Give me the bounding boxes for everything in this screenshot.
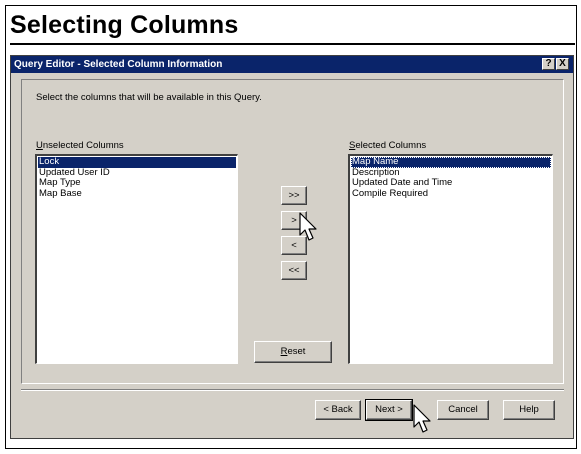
query-editor-dialog: Query Editor - Selected Column Informati… <box>10 55 574 439</box>
remove-all-button[interactable]: << <box>281 261 307 280</box>
cancel-button[interactable]: Cancel <box>437 400 489 420</box>
mouse-pointer-icon <box>413 404 431 433</box>
close-icon[interactable]: X <box>556 58 569 70</box>
unselected-columns-list[interactable]: Lock Updated User ID Map Type Map Base <box>35 154 238 364</box>
dialog-titlebar[interactable]: Query Editor - Selected Column Informati… <box>11 56 573 73</box>
selected-columns-list[interactable]: Map Name Description Updated Date and Ti… <box>348 154 553 364</box>
title-rule <box>10 43 575 45</box>
next-button[interactable]: Next > <box>365 399 413 421</box>
help-icon[interactable]: ? <box>542 58 555 70</box>
reset-button[interactable]: Reset <box>254 341 332 363</box>
instructions-text: Select the columns that will be availabl… <box>36 92 262 103</box>
unselected-columns-label: Unselected Columns <box>36 140 124 151</box>
selected-columns-label: Selected Columns <box>349 140 427 151</box>
slide-title: Selecting Columns <box>10 11 239 39</box>
list-item[interactable]: Lock <box>38 156 236 168</box>
list-item[interactable]: Compile Required <box>351 188 551 200</box>
list-item[interactable]: Map Name <box>351 156 551 168</box>
help-button[interactable]: Help <box>503 400 555 420</box>
back-button[interactable]: < Back <box>315 400 361 420</box>
list-item[interactable]: Updated Date and Time <box>351 177 551 189</box>
list-item[interactable]: Map Type <box>38 177 236 189</box>
mouse-pointer-icon <box>299 212 317 241</box>
add-all-button[interactable]: >> <box>281 186 307 205</box>
content-panel: Select the columns that will be availabl… <box>21 79 564 384</box>
dialog-title: Query Editor - Selected Column Informati… <box>14 59 223 70</box>
list-item[interactable]: Map Base <box>38 188 236 200</box>
footer-separator <box>21 389 564 391</box>
